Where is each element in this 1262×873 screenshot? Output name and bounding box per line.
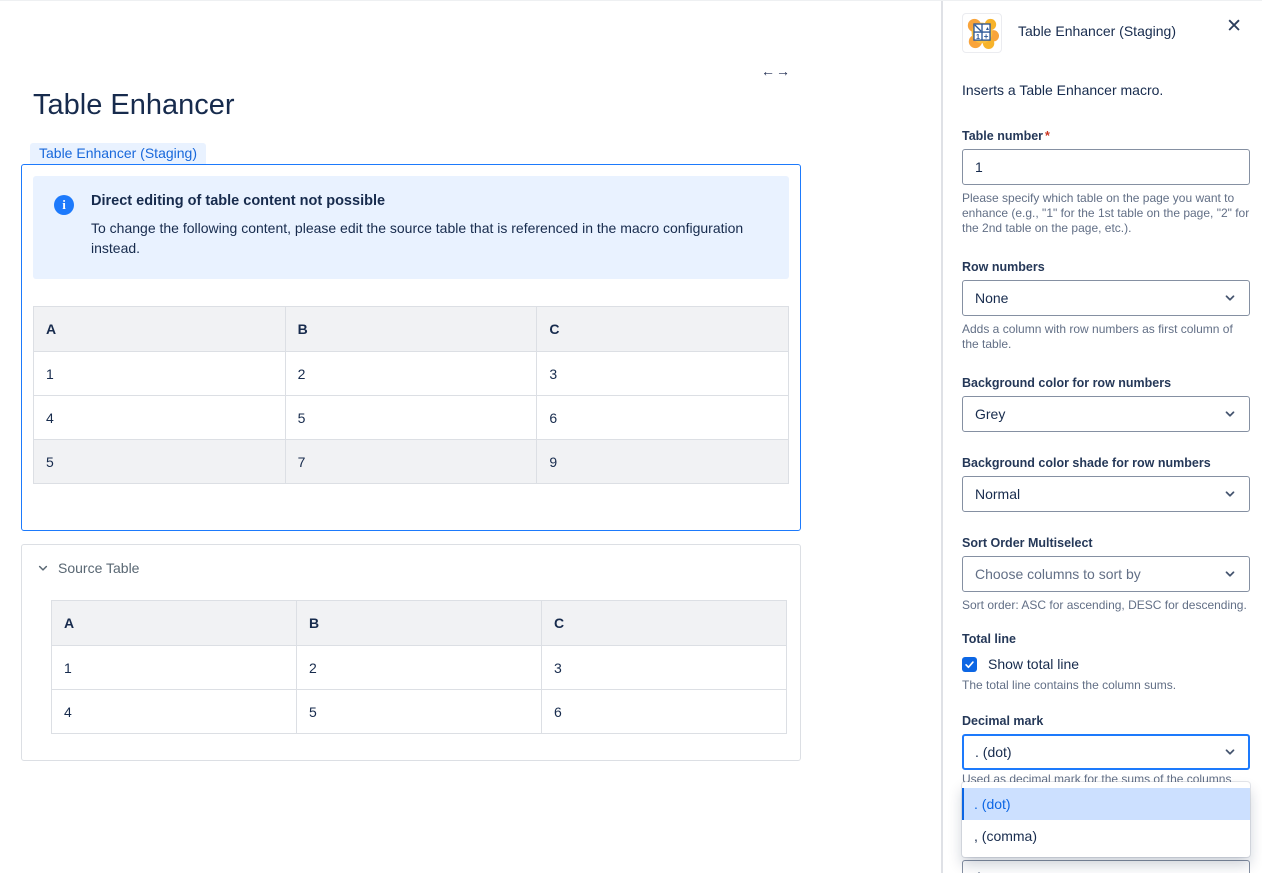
info-panel-text: Direct editing of table content not poss… <box>91 193 769 258</box>
select-value: None <box>975 290 1008 306</box>
chevron-down-icon <box>1223 407 1237 421</box>
input-value: 1 <box>975 159 983 175</box>
table-cell: 6 <box>537 396 789 440</box>
table-cell: 1 <box>52 646 297 690</box>
table-enhancer-macro-icon: 1 + <box>962 13 1002 53</box>
table-header-cell: B <box>285 307 537 352</box>
sort-order-label: Sort Order Multiselect <box>962 536 1250 551</box>
table-cell: 2 <box>285 352 537 396</box>
chevron-down-icon <box>1223 745 1237 759</box>
page-title: Table Enhancer <box>33 87 941 123</box>
table-number-help: Please specify which table on the page y… <box>962 191 1250 236</box>
dropdown-option-dot[interactable]: . (dot) <box>962 788 1250 820</box>
svg-text:+: + <box>984 32 989 41</box>
table-cell: 6 <box>542 690 787 734</box>
table-header-cell: C <box>537 307 789 352</box>
macro-preview-box[interactable]: i Direct editing of table content not po… <box>21 164 801 531</box>
source-table: A B C 1 2 3 4 5 6 <box>51 600 787 734</box>
table-header-cell: A <box>52 601 297 646</box>
select-value: . (dot) <box>975 744 1012 760</box>
select-value: Normal <box>975 486 1020 502</box>
table-cell: 5 <box>285 396 537 440</box>
editor-main-area: ←→ Table Enhancer Table Enhancer (Stagin… <box>0 1 941 873</box>
enhanced-table: A B C 1 2 3 4 5 6 <box>33 306 789 484</box>
decimal-mark-dropdown: . (dot) , (comma) <box>962 782 1250 857</box>
close-icon[interactable]: ✕ <box>1226 17 1242 37</box>
table-cell: 1 <box>34 352 286 396</box>
decimal-mark-field: . (dot) Used as decimal mark for the sum… <box>962 734 1250 783</box>
select-value: Grey <box>975 406 1005 422</box>
total-line-help: The total line contains the column sums. <box>962 678 1250 693</box>
label-text: Table number <box>962 129 1043 143</box>
source-table-section: Source Table A B C 1 2 3 <box>21 544 801 761</box>
info-icon: i <box>54 195 74 215</box>
source-table-title: Source Table <box>58 560 139 576</box>
bg-shade-label: Background color shade for row numbers <box>962 456 1250 471</box>
info-panel-title: Direct editing of table content not poss… <box>91 193 769 209</box>
chevron-down-icon <box>37 562 49 574</box>
table-header-row: A B C <box>34 307 789 352</box>
table-row: 1 2 3 <box>34 352 789 396</box>
checkbox-check-icon <box>964 659 975 670</box>
bg-color-label: Background color for row numbers <box>962 376 1250 391</box>
total-line-row: Show total line <box>962 656 1250 672</box>
macro-config-panel: 1 + Table Enhancer (Staging) ✕ Inserts a… <box>941 1 1262 873</box>
chevron-down-icon <box>1223 487 1237 501</box>
table-number-label: Table number* <box>962 129 1250 144</box>
table-cell: 5 <box>297 690 542 734</box>
table-row: 4 5 6 <box>34 396 789 440</box>
next-field-input-partial[interactable]: 1 <box>962 860 1250 873</box>
show-total-line-checkbox-label[interactable]: Show total line <box>988 656 1079 672</box>
table-header-cell: C <box>542 601 787 646</box>
info-panel: i Direct editing of table content not po… <box>33 176 789 279</box>
table-cell: 7 <box>285 440 537 484</box>
table-cell: 4 <box>34 396 286 440</box>
decimal-mark-label: Decimal mark <box>962 714 1250 729</box>
panel-description: Inserts a Table Enhancer macro. <box>962 82 1250 98</box>
table-row: 1 2 3 <box>52 646 787 690</box>
panel-title: Table Enhancer (Staging) <box>1018 23 1226 39</box>
table-total-row: 5 7 9 <box>34 440 789 484</box>
sort-order-select[interactable]: Choose columns to sort by <box>962 556 1250 592</box>
table-number-input[interactable]: 1 <box>962 149 1250 185</box>
table-header-cell: B <box>297 601 542 646</box>
info-panel-body: To change the following content, please … <box>91 218 769 258</box>
table-header-cell: A <box>34 307 286 352</box>
table-cell: 5 <box>34 440 286 484</box>
table-cell: 2 <box>297 646 542 690</box>
table-cell: 9 <box>537 440 789 484</box>
editor-width-toggle-icon[interactable]: ←→ <box>761 63 791 79</box>
svg-text:1: 1 <box>976 33 980 41</box>
table-cell: 3 <box>542 646 787 690</box>
row-numbers-select[interactable]: None <box>962 280 1250 316</box>
table-cell: 4 <box>52 690 297 734</box>
required-asterisk: * <box>1045 129 1050 143</box>
select-placeholder: Choose columns to sort by <box>975 566 1141 582</box>
row-numbers-help: Adds a column with row numbers as first … <box>962 322 1250 352</box>
table-row: 4 5 6 <box>52 690 787 734</box>
chevron-down-icon <box>1223 291 1237 305</box>
table-cell: 3 <box>537 352 789 396</box>
source-table-header[interactable]: Source Table <box>22 560 800 576</box>
table-header-row: A B C <box>52 601 787 646</box>
decimal-mark-select[interactable]: . (dot) <box>962 734 1250 770</box>
macro-selection-tab[interactable]: Table Enhancer (Staging) <box>30 143 206 164</box>
editor-page: ←→ Table Enhancer Table Enhancer (Stagin… <box>0 0 1262 873</box>
bg-shade-select[interactable]: Normal <box>962 476 1250 512</box>
dropdown-option-comma[interactable]: , (comma) <box>962 820 1250 852</box>
show-total-line-checkbox[interactable] <box>962 657 977 672</box>
total-line-label: Total line <box>962 632 1250 647</box>
chevron-down-icon <box>1223 567 1237 581</box>
input-value: 1 <box>975 869 983 873</box>
bg-color-select[interactable]: Grey <box>962 396 1250 432</box>
panel-header: 1 + Table Enhancer (Staging) ✕ <box>962 13 1250 53</box>
row-numbers-label: Row numbers <box>962 260 1250 275</box>
sort-order-help: Sort order: ASC for ascending, DESC for … <box>962 598 1250 613</box>
